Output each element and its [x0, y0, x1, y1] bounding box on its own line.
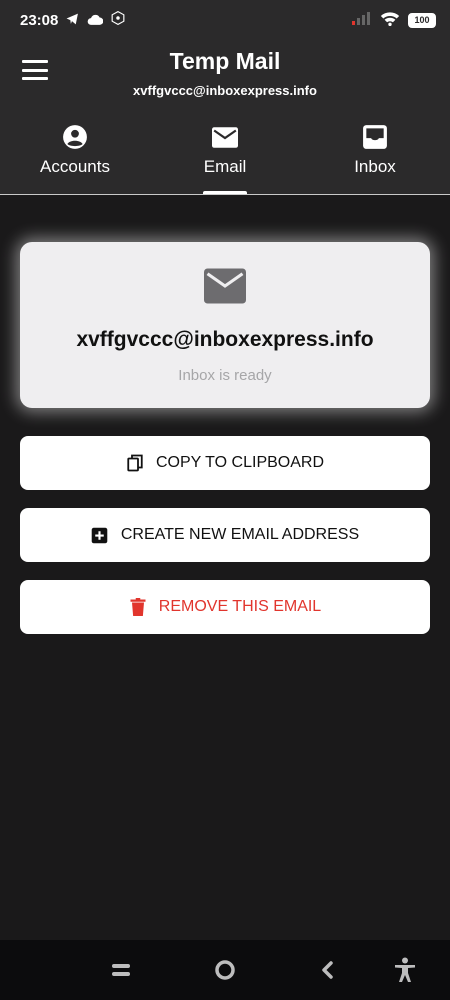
- recents-icon: [112, 964, 130, 976]
- copy-to-clipboard-button[interactable]: COPY TO CLIPBOARD: [20, 436, 430, 490]
- app-bar: Temp Mail xvffgvccc@inboxexpress.info Ac…: [0, 40, 450, 195]
- create-button-label: CREATE NEW EMAIL ADDRESS: [120, 526, 360, 543]
- copy-icon: [126, 454, 144, 472]
- inbox-status: Inbox is ready: [178, 367, 272, 384]
- tab-inbox[interactable]: Inbox: [300, 120, 450, 195]
- telegram-icon: [66, 12, 79, 29]
- home-button[interactable]: [210, 956, 240, 984]
- remove-email-button[interactable]: REMOVE THIS EMAIL: [20, 580, 430, 634]
- accessibility-button[interactable]: [390, 956, 420, 984]
- mail-icon: [211, 123, 239, 151]
- add-box-icon: [91, 526, 109, 544]
- app-title: Temp Mail: [169, 48, 281, 74]
- back-button[interactable]: [312, 956, 342, 984]
- status-time: 23:08: [20, 11, 59, 29]
- tab-bar: Accounts Email Inbox: [0, 120, 450, 195]
- trash-icon: [129, 598, 147, 616]
- back-icon: [322, 961, 333, 979]
- recent-apps-button[interactable]: [106, 956, 136, 984]
- system-nav-bar: [0, 940, 450, 1000]
- home-icon: [215, 960, 235, 980]
- tab-email[interactable]: Email: [150, 120, 300, 195]
- screen: 23:08 100 Temp Mail xvffgvccc@inboxexpre…: [0, 0, 450, 1000]
- account-circle-icon: [61, 123, 89, 151]
- tab-label: Accounts: [40, 157, 110, 176]
- current-email-address: xvffgvccc@inboxexpress.info: [76, 328, 374, 351]
- wifi-icon: [380, 11, 400, 30]
- copy-button-label: COPY TO CLIPBOARD: [155, 454, 325, 471]
- app-subtitle: xvffgvccc@inboxexpress.info: [133, 83, 317, 98]
- tab-accounts[interactable]: Accounts: [0, 120, 150, 195]
- cloud-icon: [87, 12, 104, 29]
- tab-label: Inbox: [354, 157, 396, 176]
- inbox-icon: [361, 123, 389, 151]
- create-new-email-button[interactable]: CREATE NEW EMAIL ADDRESS: [20, 508, 430, 562]
- battery-icon: 100: [408, 12, 436, 28]
- signal-icon: [352, 11, 372, 29]
- app-bar-divider: [0, 194, 450, 195]
- vpn-icon: [111, 10, 125, 29]
- status-right: 100: [352, 11, 436, 30]
- status-bar: 23:08 100: [0, 0, 450, 40]
- remove-button-label: REMOVE THIS EMAIL: [158, 598, 322, 615]
- status-left: 23:08: [20, 10, 125, 29]
- mail-icon: [204, 268, 246, 304]
- tab-label: Email: [203, 157, 247, 176]
- accessibility-icon: [395, 957, 415, 982]
- email-card: xvffgvccc@inboxexpress.info Inbox is rea…: [20, 242, 430, 408]
